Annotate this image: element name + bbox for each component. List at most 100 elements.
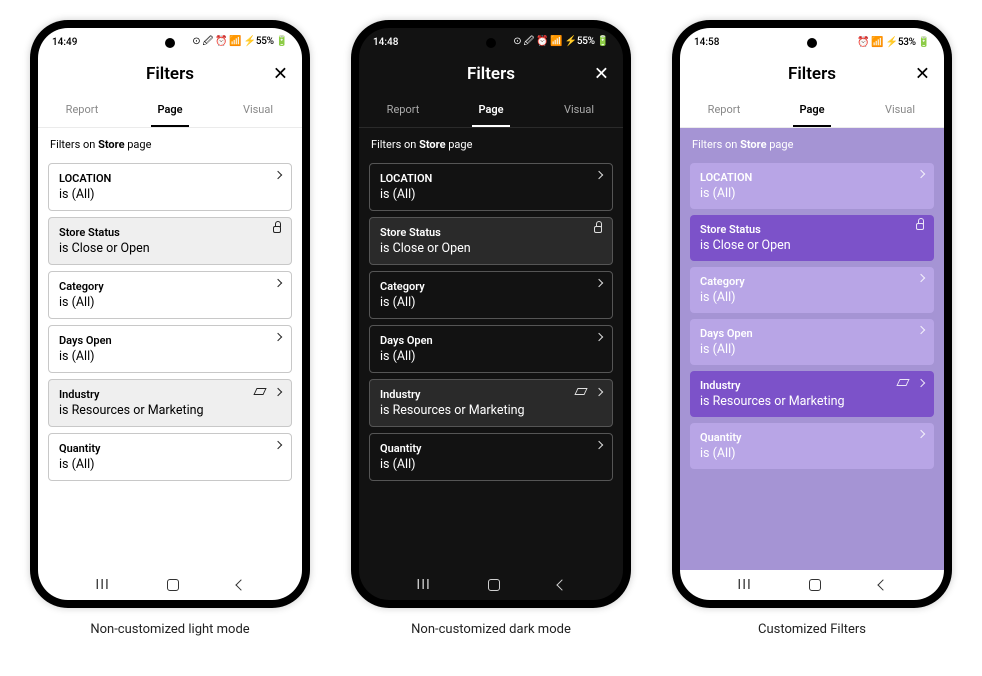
filter-value: is (All)	[700, 186, 924, 201]
filter-card[interactable]: Days Openis (All)	[690, 319, 934, 365]
filter-title: Category	[59, 280, 281, 293]
recents-button[interactable]: III	[95, 577, 109, 593]
filter-value: is Close or Open	[700, 238, 924, 253]
back-button[interactable]	[877, 579, 888, 590]
filter-card[interactable]: Industry is Resources or Marketing	[48, 379, 292, 427]
tab-visual[interactable]: Visual	[535, 92, 623, 127]
filter-card[interactable]: Categoryis (All)	[369, 271, 613, 319]
tab-visual[interactable]: Visual	[856, 92, 944, 127]
filter-value: is Close or Open	[380, 241, 602, 256]
card-icon-tray	[576, 388, 602, 395]
filter-card[interactable]: LOCATIONis (All)	[369, 163, 613, 211]
tab-label: Report	[66, 103, 99, 116]
chevron-right-icon	[595, 387, 603, 395]
tab-page[interactable]: Page	[447, 92, 535, 127]
filter-card[interactable]: Store Statusis Close or Open	[690, 215, 934, 261]
filter-value: is (All)	[380, 295, 602, 310]
tab-label: Page	[157, 103, 182, 116]
chevron-right-icon	[274, 333, 282, 341]
filter-title: Industry	[59, 388, 281, 401]
lock-icon	[273, 226, 281, 233]
card-icon-tray	[918, 327, 924, 333]
tab-label: Report	[708, 103, 741, 116]
filter-title: Days Open	[700, 327, 924, 340]
recents-button[interactable]: III	[416, 577, 430, 593]
chevron-right-icon	[274, 279, 282, 287]
filter-value: is Resources or Marketing	[59, 403, 281, 418]
caption: Customized Filters	[758, 622, 866, 637]
filter-card[interactable]: Quantityis (All)	[690, 423, 934, 469]
chevron-right-icon	[917, 274, 925, 282]
back-button[interactable]	[235, 579, 246, 590]
tab-page[interactable]: Page	[126, 92, 214, 127]
android-nav-bar: III	[680, 570, 944, 600]
chevron-right-icon	[595, 171, 603, 179]
status-icons: ⏰ 📶 ⚡53% 🔋	[857, 37, 930, 48]
page-header: Filters✕	[359, 56, 623, 92]
filter-card[interactable]: Quantityis (All)	[48, 433, 292, 481]
card-icon-tray	[275, 334, 281, 340]
filters-panel: Filters on Store page LOCATION is (All) Sto…	[680, 128, 944, 570]
filter-title: Days Open	[380, 334, 602, 347]
filter-value: is (All)	[700, 446, 924, 461]
filters-panel: Filters on Store pageLOCATIONis (All)Sto…	[359, 128, 623, 570]
chevron-right-icon	[917, 326, 925, 334]
filter-card[interactable]: LOCATIONis (All)	[48, 163, 292, 211]
filter-value: is (All)	[59, 349, 281, 364]
close-button[interactable]: ✕	[273, 64, 288, 85]
status-time: 14:58	[694, 37, 719, 48]
filter-value: is (All)	[59, 187, 281, 202]
recents-button[interactable]: III	[737, 577, 751, 593]
tab-report[interactable]: Report	[38, 92, 126, 127]
filter-card[interactable]: Store Statusis Close or Open	[48, 217, 292, 265]
filter-card[interactable]: Category is (All)	[48, 271, 292, 319]
filter-title: Quantity	[59, 442, 281, 455]
home-button[interactable]	[488, 579, 500, 591]
home-button[interactable]	[167, 579, 179, 591]
card-icon-tray	[918, 171, 924, 177]
chevron-right-icon	[917, 378, 925, 386]
home-button[interactable]	[809, 579, 821, 591]
filter-card[interactable]: Days Openis (All)	[369, 325, 613, 373]
filter-value: is (All)	[59, 295, 281, 310]
status-time: 14:49	[52, 37, 77, 48]
close-button[interactable]: ✕	[594, 64, 609, 85]
filter-card[interactable]: Industryis Resources or Marketing	[690, 371, 934, 417]
filter-card[interactable]: Categoryis (All)	[690, 267, 934, 313]
back-button[interactable]	[556, 579, 567, 590]
page-title: Filters	[788, 64, 836, 84]
filter-card[interactable]: LOCATION is (All)	[690, 163, 934, 209]
phone-mock: 14:49 ⊙ 🖉 ⏰ 📶 ⚡55% 🔋 Filters✕ Report Page Vis…	[30, 20, 310, 608]
eraser-icon	[574, 388, 587, 395]
filter-title: LOCATION	[700, 171, 924, 184]
chevron-right-icon	[917, 430, 925, 438]
eraser-icon	[253, 388, 266, 395]
tab-visual[interactable]: Visual	[214, 92, 302, 127]
card-icon-tray	[275, 280, 281, 286]
filter-card[interactable]: Store Status is Close or Open	[369, 217, 613, 265]
phone-mock: 14:58 ⏰ 📶 ⚡53% 🔋 Filters ✕ Report Page VisualF…	[672, 20, 952, 608]
tab-page[interactable]: Page	[768, 92, 856, 127]
status-bar: 14:58 ⏰ 📶 ⚡53% 🔋	[680, 28, 944, 56]
page-header: Filters✕	[38, 56, 302, 92]
status-icons: ⊙ 🖉 ⏰ 📶 ⚡55% 🔋	[513, 34, 609, 51]
filter-card[interactable]: Days Openis (All)	[48, 325, 292, 373]
page-scope-label: Filters on Store page	[680, 128, 944, 157]
card-icon-tray	[918, 431, 924, 437]
chevron-right-icon	[274, 387, 282, 395]
tab-label: Page	[799, 103, 824, 116]
filter-title: Quantity	[380, 442, 602, 455]
filter-value: is (All)	[380, 457, 602, 472]
status-icons: ⊙ 🖉 ⏰ 📶 ⚡55% 🔋	[192, 34, 288, 51]
tab-report[interactable]: Report	[680, 92, 768, 127]
filter-title: Store Status	[380, 226, 602, 239]
close-button[interactable]: ✕	[915, 64, 930, 85]
filters-panel: Filters on Store pageLOCATIONis (All)Sto…	[38, 128, 302, 570]
card-icon-tray	[596, 334, 602, 340]
filter-value: is (All)	[380, 187, 602, 202]
chevron-right-icon	[595, 441, 603, 449]
filter-card[interactable]: Industryis Resources or Marketing	[369, 379, 613, 427]
card-icon-tray	[596, 280, 602, 286]
filter-card[interactable]: Quantity is (All)	[369, 433, 613, 481]
tab-report[interactable]: Report	[359, 92, 447, 127]
